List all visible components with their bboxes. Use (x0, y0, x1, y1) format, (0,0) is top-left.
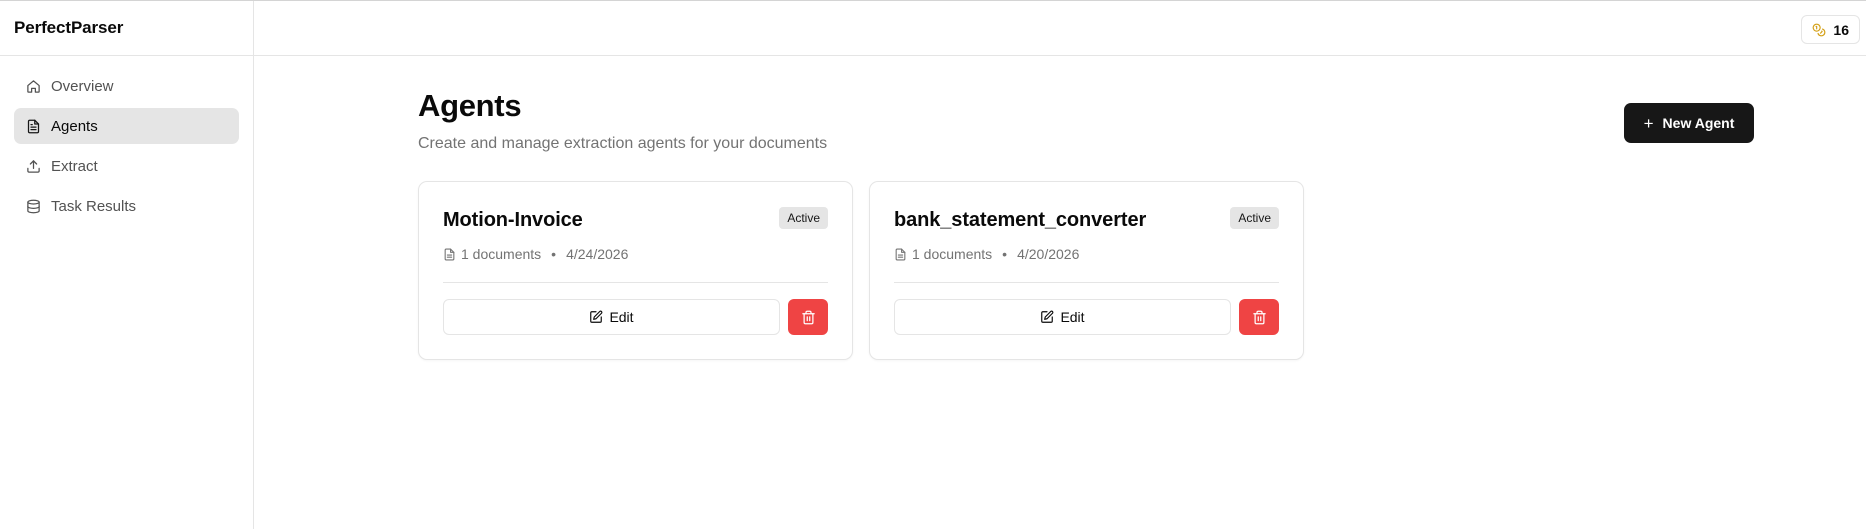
top-bar: 16 (254, 1, 1866, 56)
agent-name: Motion-Invoice (443, 209, 583, 231)
sidebar-item-overview[interactable]: Overview (14, 68, 239, 104)
delete-button[interactable] (1239, 299, 1279, 335)
agent-meta: 1 documents • 4/24/2026 (443, 246, 628, 262)
agent-card: Motion-Invoice Active 1 documents • 4/24… (418, 181, 853, 360)
sidebar-item-extract[interactable]: Extract (14, 148, 239, 184)
agent-card-list: Motion-Invoice Active 1 documents • 4/24… (418, 181, 1304, 360)
coins-icon (1812, 23, 1826, 37)
home-icon (26, 79, 41, 94)
sidebar-item-label: Extract (51, 157, 98, 175)
page-subtitle: Create and manage extraction agents for … (418, 135, 828, 152)
sidebar-item-label: Overview (51, 77, 114, 95)
delete-button[interactable] (788, 299, 828, 335)
app-root: PerfectParser Overview Agents Extract Ta… (0, 0, 1866, 529)
new-agent-button[interactable]: + New Agent (1624, 103, 1754, 143)
new-agent-label: New Agent (1662, 115, 1735, 131)
edit-button[interactable]: Edit (443, 299, 780, 335)
edit-label: Edit (609, 309, 634, 325)
agent-date: 4/24/2026 (566, 246, 629, 262)
agent-date: 4/20/2026 (1017, 246, 1080, 262)
sidebar-item-task-results[interactable]: Task Results (14, 188, 239, 224)
edit-icon (1040, 310, 1054, 324)
sidebar-item-agents[interactable]: Agents (14, 108, 239, 144)
sidebar-nav: Overview Agents Extract Task Results (0, 56, 253, 240)
file-icon (894, 248, 907, 261)
separator-dot: • (551, 246, 557, 262)
upload-icon (26, 159, 41, 174)
sidebar: PerfectParser Overview Agents Extract Ta… (0, 1, 254, 529)
database-icon (26, 199, 41, 214)
agent-meta: 1 documents • 4/20/2026 (894, 246, 1079, 262)
agent-name: bank_statement_converter (894, 209, 1147, 231)
status-badge: Active (779, 207, 828, 229)
page-title: Agents (418, 88, 522, 123)
brand-logo[interactable]: PerfectParser (0, 1, 253, 56)
status-badge: Active (1230, 207, 1279, 229)
sidebar-item-label: Agents (51, 117, 98, 135)
edit-label: Edit (1060, 309, 1085, 325)
edit-button[interactable]: Edit (894, 299, 1231, 335)
sidebar-item-label: Task Results (51, 197, 137, 215)
card-divider (443, 282, 828, 283)
edit-icon (589, 310, 603, 324)
trash-icon (801, 310, 816, 325)
file-icon (26, 119, 41, 134)
document-count: 1 documents (912, 246, 993, 262)
credits-badge[interactable]: 16 (1801, 15, 1860, 44)
file-icon (443, 248, 456, 261)
credits-count: 16 (1833, 21, 1849, 38)
separator-dot: • (1002, 246, 1008, 262)
agent-card: bank_statement_converter Active 1 docume… (869, 181, 1304, 360)
card-divider (894, 282, 1279, 283)
plus-icon: + (1643, 113, 1654, 133)
trash-icon (1252, 310, 1267, 325)
document-count: 1 documents (461, 246, 542, 262)
